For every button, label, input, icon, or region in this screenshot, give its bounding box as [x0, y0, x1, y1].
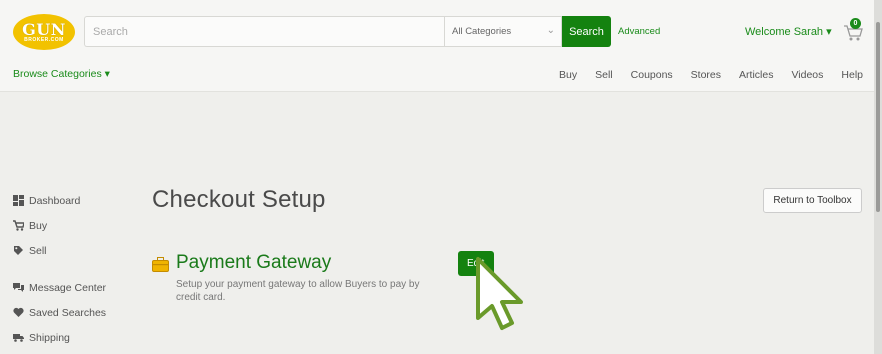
scrollbar-thumb[interactable] — [876, 22, 880, 212]
heart-icon — [13, 307, 24, 317]
sidebar-item-label: Message Center — [29, 281, 107, 294]
browse-categories-menu[interactable]: Browse Categories ▾ — [13, 68, 110, 80]
category-select-value: All Categories — [452, 26, 512, 37]
app-frame: GUN BROKER.COM All Categories ⌄ Search A… — [0, 0, 874, 354]
nav-link-buy[interactable]: Buy — [559, 69, 577, 81]
gunbroker-logo[interactable]: GUN BROKER.COM — [13, 14, 75, 50]
nav-link-articles[interactable]: Articles — [739, 69, 773, 81]
nav-link-coupons[interactable]: Coupons — [631, 69, 673, 81]
tag-icon — [14, 246, 23, 255]
truck-icon — [13, 334, 24, 342]
nav-link-sell[interactable]: Sell — [595, 69, 613, 81]
site-header: GUN BROKER.COM All Categories ⌄ Search A… — [0, 0, 874, 92]
sidebar-divider — [13, 263, 133, 275]
cart-count-badge: 0 — [850, 18, 861, 29]
chevron-down-icon: ⌄ — [546, 25, 555, 36]
sidebar-item-sell[interactable]: Sell — [13, 238, 133, 263]
payment-gateway-description: Setup your payment gateway to allow Buye… — [176, 279, 420, 303]
sidebar-item-shipping[interactable]: Shipping — [13, 325, 133, 350]
payment-gateway-title: Payment Gateway — [176, 252, 332, 273]
logo-main-text: GUN — [22, 19, 66, 39]
dashboard-icon — [13, 195, 24, 206]
page-title: Checkout Setup — [152, 186, 326, 213]
nav-link-help[interactable]: Help — [841, 69, 863, 81]
sidebar-item-label: Dashboard — [29, 194, 81, 207]
sidebar-item-label: Saved Searches — [29, 306, 107, 319]
sidebar-item-label: Buy — [29, 219, 48, 232]
sidebar-nav: Dashboard Buy Sell Message Center Saved … — [13, 188, 133, 350]
top-nav: Buy Sell Coupons Stores Articles Videos … — [541, 69, 863, 81]
search-button[interactable]: Search — [562, 16, 611, 47]
nav-link-stores[interactable]: Stores — [691, 69, 721, 81]
advanced-search-link[interactable]: Advanced — [618, 26, 660, 37]
briefcase-icon — [152, 257, 169, 272]
sidebar-item-message-center[interactable]: Message Center — [13, 275, 133, 300]
search-input[interactable] — [84, 16, 444, 47]
user-menu[interactable]: Welcome Sarah ▾ — [745, 25, 832, 38]
sidebar-item-label: Sell — [29, 244, 47, 257]
logo-sub-text: BROKER.COM — [24, 36, 64, 43]
category-select[interactable]: All Categories ⌄ — [444, 16, 562, 47]
mouse-pointer-icon — [476, 257, 523, 330]
sidebar-item-saved-searches[interactable]: Saved Searches — [13, 300, 133, 325]
sidebar-item-dashboard[interactable]: Dashboard — [13, 188, 133, 213]
chat-icon — [13, 283, 24, 292]
sidebar-item-label: Shipping — [29, 331, 70, 344]
cart-icon — [13, 220, 24, 231]
nav-link-videos[interactable]: Videos — [791, 69, 823, 81]
sidebar-item-buy[interactable]: Buy — [13, 213, 133, 238]
return-to-toolbox-button[interactable]: Return to Toolbox — [763, 188, 862, 213]
